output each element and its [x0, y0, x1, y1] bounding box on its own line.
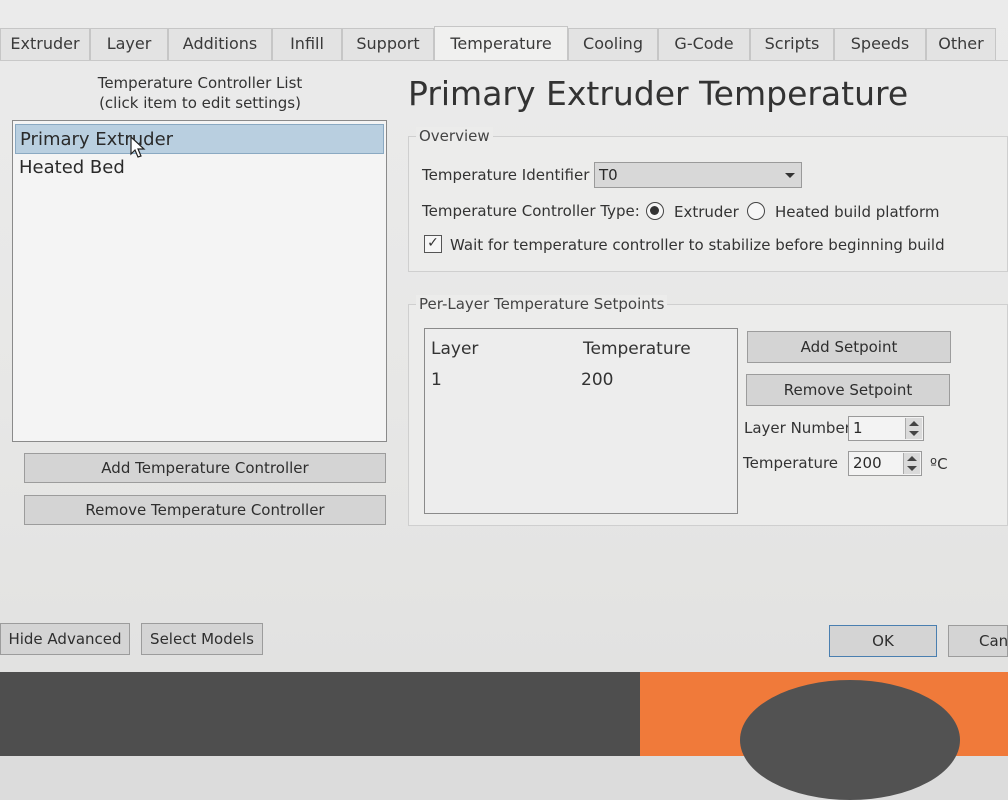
- list-item-primary-extruder[interactable]: Primary Extruder: [15, 124, 384, 154]
- setpoints-group-title: Per-Layer Temperature Setpoints: [416, 295, 668, 313]
- add-setpoint-button[interactable]: Add Setpoint: [747, 331, 951, 363]
- column-header-layer[interactable]: Layer: [431, 339, 478, 359]
- setpoints-table[interactable]: Layer Temperature 1 200: [424, 328, 738, 514]
- spin-down-icon: [909, 431, 919, 436]
- temperature-identifier-dropdown[interactable]: T0: [594, 162, 802, 188]
- remove-setpoint-button[interactable]: Remove Setpoint: [746, 374, 950, 406]
- table-cell-layer[interactable]: 1: [431, 370, 442, 390]
- temperature-identifier-value: T0: [599, 166, 618, 184]
- checkmark-icon: ✓: [427, 235, 439, 251]
- tab-g-code[interactable]: G-Code: [658, 28, 750, 60]
- tab-extruder[interactable]: Extruder: [0, 28, 90, 60]
- layer-number-spinbox[interactable]: 1: [848, 416, 924, 441]
- setpoint-temperature-label: Temperature: [743, 454, 839, 472]
- temperature-controller-list[interactable]: Primary Extruder Heated Bed: [12, 120, 387, 442]
- select-models-button[interactable]: Select Models: [141, 623, 263, 655]
- tab-support[interactable]: Support: [342, 28, 434, 60]
- ok-button[interactable]: OK: [829, 625, 937, 657]
- tab-cooling[interactable]: Cooling: [568, 28, 658, 60]
- radio-selected-dot: [650, 206, 659, 215]
- hide-advanced-button[interactable]: Hide Advanced: [0, 623, 130, 655]
- tab-other[interactable]: Other: [926, 28, 996, 60]
- tab-layer[interactable]: Layer: [90, 28, 168, 60]
- setpoint-temperature-spinbox[interactable]: 200: [848, 451, 922, 476]
- layer-number-label: Layer Number: [744, 419, 851, 437]
- remove-temperature-controller-button[interactable]: Remove Temperature Controller: [24, 495, 386, 525]
- controller-list-caption: Temperature Controller List: [97, 74, 303, 92]
- spin-buttons[interactable]: [905, 418, 922, 439]
- tab-infill[interactable]: Infill: [272, 28, 342, 60]
- settings-tab-bar: Extruder Layer Additions Infill Support …: [0, 26, 1008, 61]
- setpoint-temperature-value: 200: [853, 454, 882, 472]
- spin-up-icon: [907, 456, 917, 461]
- spin-buttons[interactable]: [903, 453, 920, 474]
- add-temperature-controller-button[interactable]: Add Temperature Controller: [24, 453, 386, 483]
- tab-speeds[interactable]: Speeds: [834, 28, 926, 60]
- mouse-cursor-icon: [130, 136, 146, 158]
- chevron-down-icon: [785, 173, 795, 178]
- tab-additions[interactable]: Additions: [168, 28, 272, 60]
- overview-group-title: Overview: [416, 127, 493, 145]
- list-item-heated-bed[interactable]: Heated Bed: [15, 153, 384, 183]
- controller-type-label: Temperature Controller Type:: [422, 202, 640, 220]
- temperature-identifier-label: Temperature Identifier: [422, 166, 590, 184]
- extruder-radio-label: Extruder: [674, 203, 739, 221]
- cancel-button[interactable]: Canc: [948, 625, 1008, 657]
- heated-build-platform-radio-label: Heated build platform: [775, 203, 940, 221]
- layer-number-value: 1: [853, 419, 863, 437]
- spin-up-icon: [909, 421, 919, 426]
- extruder-radio[interactable]: [646, 202, 664, 220]
- table-cell-temperature[interactable]: 200: [581, 370, 613, 390]
- tab-scripts[interactable]: Scripts: [750, 28, 834, 60]
- controller-list-hint: (click item to edit settings): [99, 94, 301, 112]
- wait-stabilize-label: Wait for temperature controller to stabi…: [450, 236, 945, 254]
- page-title: Primary Extruder Temperature: [408, 74, 909, 113]
- tab-temperature[interactable]: Temperature: [434, 26, 568, 60]
- heated-build-platform-radio[interactable]: [747, 202, 765, 220]
- spin-down-icon: [907, 466, 917, 471]
- column-header-temperature[interactable]: Temperature: [583, 339, 691, 359]
- model-hole: [740, 680, 960, 800]
- wait-stabilize-checkbox[interactable]: ✓: [424, 235, 442, 253]
- temperature-unit: ºC: [930, 455, 948, 473]
- process-settings-dialog: Extruder Layer Additions Infill Support …: [0, 0, 1008, 672]
